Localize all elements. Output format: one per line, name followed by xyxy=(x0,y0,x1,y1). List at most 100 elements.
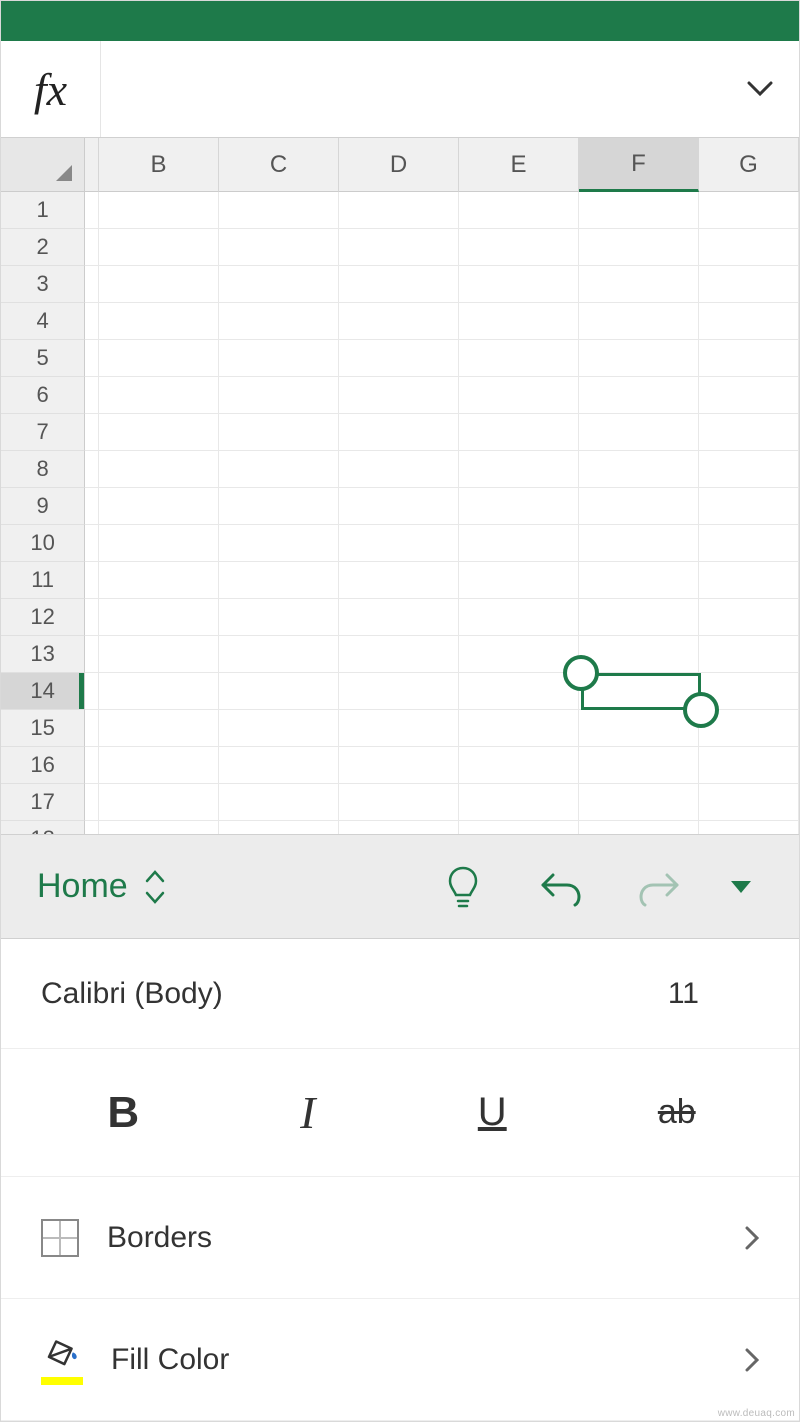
row-header[interactable]: 17 xyxy=(1,784,85,821)
row-header[interactable]: 6 xyxy=(1,377,85,414)
cell[interactable] xyxy=(339,451,459,488)
cell[interactable] xyxy=(459,599,579,636)
cell[interactable] xyxy=(699,784,799,821)
row-header[interactable]: 16 xyxy=(1,747,85,784)
cell[interactable] xyxy=(579,599,699,636)
cell[interactable] xyxy=(85,192,99,229)
cell[interactable] xyxy=(699,636,799,673)
cell[interactable] xyxy=(459,414,579,451)
cell[interactable] xyxy=(85,525,99,562)
cell[interactable] xyxy=(579,266,699,303)
row-header[interactable]: 12 xyxy=(1,599,85,636)
row-header[interactable]: 1 xyxy=(1,192,85,229)
undo-button[interactable] xyxy=(517,858,605,916)
row-header[interactable]: 11 xyxy=(1,562,85,599)
cell[interactable] xyxy=(219,303,339,340)
cell[interactable] xyxy=(339,192,459,229)
cell[interactable] xyxy=(99,562,219,599)
cell[interactable] xyxy=(219,414,339,451)
cell[interactable] xyxy=(579,784,699,821)
cell[interactable] xyxy=(99,599,219,636)
cell[interactable] xyxy=(459,673,579,710)
tell-me-button[interactable] xyxy=(419,858,507,916)
cell[interactable] xyxy=(579,229,699,266)
cell[interactable] xyxy=(699,377,799,414)
cell[interactable] xyxy=(85,340,99,377)
cell[interactable] xyxy=(459,377,579,414)
cell[interactable] xyxy=(85,784,99,821)
cell[interactable] xyxy=(699,340,799,377)
cell[interactable] xyxy=(579,747,699,784)
cell[interactable] xyxy=(459,747,579,784)
row-header[interactable]: 10 xyxy=(1,525,85,562)
cell[interactable] xyxy=(99,266,219,303)
cell[interactable] xyxy=(579,710,699,747)
cell[interactable] xyxy=(219,747,339,784)
cell[interactable] xyxy=(339,377,459,414)
cell[interactable] xyxy=(99,192,219,229)
column-header-c[interactable]: C xyxy=(219,138,339,192)
cell[interactable] xyxy=(219,488,339,525)
cell[interactable] xyxy=(459,340,579,377)
underline-button[interactable]: U xyxy=(437,1078,547,1148)
cell[interactable] xyxy=(339,562,459,599)
row-header[interactable]: 18 xyxy=(1,821,85,834)
cell[interactable] xyxy=(99,710,219,747)
cell[interactable] xyxy=(459,266,579,303)
cell[interactable] xyxy=(339,340,459,377)
column-header-a-clipped[interactable] xyxy=(85,138,99,192)
cell[interactable] xyxy=(699,525,799,562)
cell[interactable] xyxy=(699,414,799,451)
cell[interactable] xyxy=(219,562,339,599)
cell[interactable] xyxy=(459,821,579,834)
cell[interactable] xyxy=(459,784,579,821)
cell[interactable] xyxy=(219,525,339,562)
cell[interactable] xyxy=(85,303,99,340)
cell[interactable] xyxy=(85,266,99,303)
cell[interactable] xyxy=(339,303,459,340)
strikethrough-button[interactable]: ab xyxy=(622,1078,732,1148)
cell[interactable] xyxy=(85,562,99,599)
cell[interactable] xyxy=(459,303,579,340)
cell[interactable] xyxy=(219,377,339,414)
spreadsheet-grid[interactable]: B C D E F G 123456789101112131415161718 xyxy=(1,138,799,834)
cell[interactable] xyxy=(339,673,459,710)
redo-button[interactable] xyxy=(615,858,703,916)
font-size-selector[interactable]: 11 xyxy=(609,977,759,1011)
fx-icon[interactable]: fx xyxy=(1,41,101,137)
cell[interactable] xyxy=(219,340,339,377)
cell[interactable] xyxy=(339,821,459,834)
cell[interactable] xyxy=(699,599,799,636)
column-header-d[interactable]: D xyxy=(339,138,459,192)
cell[interactable] xyxy=(579,562,699,599)
cell[interactable] xyxy=(99,414,219,451)
cell[interactable] xyxy=(339,599,459,636)
cell[interactable] xyxy=(85,673,99,710)
cell[interactable] xyxy=(99,784,219,821)
cell[interactable] xyxy=(99,451,219,488)
cell[interactable] xyxy=(85,599,99,636)
column-header-e[interactable]: E xyxy=(459,138,579,192)
cell[interactable] xyxy=(339,414,459,451)
cell[interactable] xyxy=(699,451,799,488)
cell[interactable] xyxy=(219,821,339,834)
row-header[interactable]: 5 xyxy=(1,340,85,377)
cell[interactable] xyxy=(99,303,219,340)
cell[interactable] xyxy=(699,747,799,784)
cell[interactable] xyxy=(219,599,339,636)
cell[interactable] xyxy=(219,451,339,488)
cell[interactable] xyxy=(459,192,579,229)
select-all-corner[interactable] xyxy=(1,138,85,192)
column-header-f[interactable]: F xyxy=(579,138,699,192)
row-header[interactable]: 3 xyxy=(1,266,85,303)
cell[interactable] xyxy=(99,673,219,710)
cell[interactable] xyxy=(99,636,219,673)
cell[interactable] xyxy=(339,747,459,784)
cell[interactable] xyxy=(99,377,219,414)
cell[interactable] xyxy=(85,229,99,266)
row-header[interactable]: 13 xyxy=(1,636,85,673)
cell[interactable] xyxy=(699,303,799,340)
cell[interactable] xyxy=(699,192,799,229)
borders-menu[interactable]: Borders xyxy=(1,1177,799,1299)
cell[interactable] xyxy=(99,821,219,834)
